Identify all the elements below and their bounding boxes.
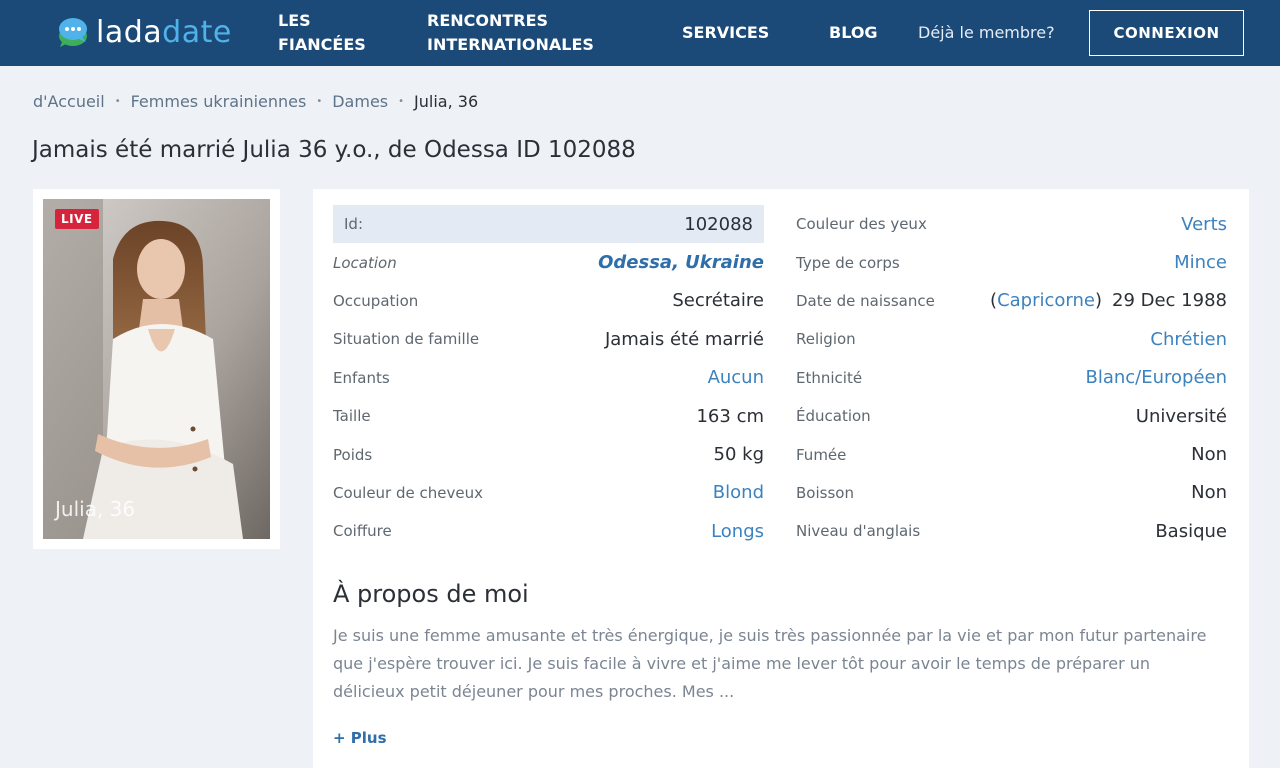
detail-label: Id:	[344, 215, 363, 234]
location-link[interactable]: Odessa, Ukraine	[598, 252, 764, 273]
detail-label: Date de naissance	[796, 291, 935, 310]
about-title: À propos de moi	[333, 580, 529, 608]
detail-row-ethnicity: Ethnicité Blanc/Européen	[796, 359, 1227, 397]
photo-caption: Julia, 36	[55, 497, 136, 521]
detail-label: Couleur des yeux	[796, 215, 927, 234]
detail-label: Location	[333, 253, 397, 272]
detail-row-body-type: Type de corps Mince	[796, 243, 1227, 281]
nav-services[interactable]: SERVICES	[682, 21, 769, 45]
detail-label: Fumée	[796, 445, 847, 464]
detail-row-location: Location Odessa, Ukraine	[333, 243, 764, 281]
detail-value: 50 kg	[713, 444, 764, 466]
profile-photo-image	[43, 199, 270, 539]
logo-part2: date	[162, 14, 232, 50]
site-logo[interactable]: ladadate	[56, 14, 232, 50]
detail-label: Religion	[796, 330, 856, 349]
breadcrumb-ladies[interactable]: Dames	[332, 90, 388, 114]
detail-row-eye-color: Couleur des yeux Verts	[796, 205, 1227, 243]
detail-label: Enfants	[333, 368, 390, 387]
detail-label: Type de corps	[796, 253, 900, 272]
detail-row-drinking: Boisson Non	[796, 474, 1227, 512]
nav-rencontres-line2: INTERNATIONALES	[427, 35, 594, 54]
detail-row-religion: Religion Chrétien	[796, 320, 1227, 358]
detail-label: Ethnicité	[796, 368, 863, 387]
breadcrumb-ukrainian-women[interactable]: Femmes ukrainiennes	[131, 90, 307, 114]
about-text: Je suis une femme amusante et très énerg…	[333, 626, 1207, 701]
detail-label: Couleur de cheveux	[333, 483, 483, 502]
profile-photo-card: LIVE Julia, 36	[33, 189, 280, 549]
breadcrumb-separator: •	[114, 96, 121, 107]
detail-value: Université	[1135, 405, 1227, 427]
logo-text: ladadate	[96, 15, 232, 50]
detail-label: Boisson	[796, 483, 854, 502]
detail-label: Éducation	[796, 407, 871, 426]
nav-rencontres-internationales[interactable]: RENCONTRES INTERNATIONALES	[427, 9, 594, 57]
birth-date: 29 Dec 1988	[1112, 290, 1227, 312]
live-badge: LIVE	[55, 209, 99, 229]
show-more-link[interactable]: + Plus	[333, 729, 387, 747]
detail-row-hairstyle: Coiffure Longs	[333, 512, 764, 550]
detail-row-education: Éducation Université	[796, 397, 1227, 435]
detail-row-height: Taille 163 cm	[333, 397, 764, 435]
detail-label: Coiffure	[333, 522, 392, 541]
paren-open: (	[990, 290, 998, 312]
detail-row-marital-status: Situation de famille Jamais été marrié	[333, 320, 764, 358]
breadcrumb-separator: •	[316, 96, 323, 107]
detail-row-weight: Poids 50 kg	[333, 435, 764, 473]
detail-row-english-level: Niveau d'anglais Basique	[796, 512, 1227, 550]
detail-label: Poids	[333, 445, 373, 464]
hairstyle-link[interactable]: Longs	[711, 521, 764, 542]
detail-value: Basique	[1155, 520, 1227, 542]
detail-value: 102088	[684, 213, 753, 235]
detail-value: Jamais été marrié	[604, 328, 764, 350]
eye-color-link[interactable]: Verts	[1181, 214, 1227, 235]
detail-label: Occupation	[333, 291, 419, 310]
ethnicity-link[interactable]: Blanc/Européen	[1085, 367, 1227, 388]
nav-les-fiancees[interactable]: LES FIANCÉES	[278, 9, 366, 57]
nav-les-fiancees-line2: FIANCÉES	[278, 35, 366, 54]
children-link[interactable]: Aucun	[708, 367, 764, 388]
detail-value: Secrétaire	[672, 290, 764, 312]
detail-label: Taille	[333, 407, 371, 426]
site-header: ladadate LES FIANCÉES RENCONTRES INTERNA…	[0, 0, 1280, 66]
hair-color-link[interactable]: Blond	[713, 482, 764, 503]
profile-details-card: Id: 102088 Location Odessa, Ukraine Occu…	[313, 189, 1249, 768]
nav-rencontres-line1: RENCONTRES	[427, 11, 549, 30]
detail-value: Non	[1191, 482, 1227, 504]
details-right-column: Couleur des yeux Verts Type de corps Min…	[796, 205, 1227, 551]
logo-part1: lada	[96, 14, 163, 50]
detail-value: 163 cm	[696, 405, 764, 427]
religion-link[interactable]: Chrétien	[1150, 329, 1227, 350]
detail-row-id: Id: 102088	[333, 205, 764, 244]
member-prompt: Déjà le membre?	[918, 23, 1055, 42]
detail-row-children: Enfants Aucun	[333, 359, 764, 397]
breadcrumb-separator: •	[398, 96, 405, 107]
detail-label: Niveau d'anglais	[796, 522, 921, 541]
breadcrumb-current: Julia, 36	[414, 92, 479, 111]
detail-value: Non	[1191, 444, 1227, 466]
birth-date-value: (Capricorne) 29 Dec 1988	[990, 290, 1227, 311]
paren-close: )	[1094, 290, 1102, 312]
connexion-button[interactable]: CONNEXION	[1089, 10, 1244, 56]
detail-row-occupation: Occupation Secrétaire	[333, 282, 764, 320]
detail-row-birth-date: Date de naissance (Capricorne) 29 Dec 19…	[796, 282, 1227, 320]
details-left-column: Id: 102088 Location Odessa, Ukraine Occu…	[333, 205, 764, 551]
chat-bubbles-icon	[56, 16, 90, 48]
breadcrumb-home[interactable]: d'Accueil	[33, 90, 105, 114]
body-type-link[interactable]: Mince	[1174, 252, 1227, 273]
detail-row-smoking: Fumée Non	[796, 435, 1227, 473]
nav-blog[interactable]: BLOG	[829, 21, 878, 45]
zodiac-link[interactable]: Capricorne	[997, 290, 1095, 311]
detail-label: Situation de famille	[333, 330, 480, 349]
nav-les-fiancees-line1: LES	[278, 11, 311, 30]
detail-row-hair-color: Couleur de cheveux Blond	[333, 474, 764, 512]
breadcrumb: d'Accueil • Femmes ukrainiennes • Dames …	[33, 90, 478, 114]
page-title: Jamais été marrié Julia 36 y.o., de Odes…	[32, 137, 636, 163]
profile-photo[interactable]: LIVE Julia, 36	[43, 199, 270, 539]
